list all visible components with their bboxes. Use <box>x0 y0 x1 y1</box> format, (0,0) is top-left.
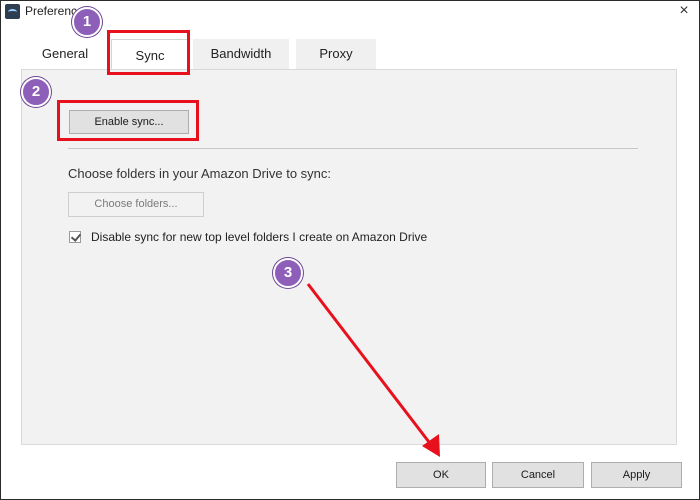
tab-bandwidth[interactable]: Bandwidth <box>193 39 289 69</box>
section-divider <box>68 148 638 149</box>
amazon-drive-app-icon <box>5 4 20 19</box>
choose-folders-label: Choose folders in your Amazon Drive to s… <box>68 166 332 181</box>
preferences-window: Preferences × General Sync Bandwidth Pro… <box>0 0 700 500</box>
choose-folders-button[interactable]: Choose folders... <box>68 192 204 217</box>
close-button[interactable]: × <box>675 2 693 20</box>
sync-tab-highlight <box>107 30 190 75</box>
step-2-badge: 2 <box>21 77 51 107</box>
disable-new-folders-checkbox[interactable] <box>69 231 81 243</box>
disable-new-folders-label[interactable]: Disable sync for new top level folders I… <box>91 230 427 244</box>
tab-proxy[interactable]: Proxy <box>296 39 376 69</box>
step-1-badge: 1 <box>72 7 102 37</box>
title-bar: Preferences × <box>1 1 699 23</box>
tab-general[interactable]: General <box>21 39 109 69</box>
cancel-button[interactable]: Cancel <box>492 462 584 488</box>
step-3-badge: 3 <box>273 258 303 288</box>
enable-sync-highlight <box>57 100 199 141</box>
ok-button[interactable]: OK <box>396 462 486 488</box>
apply-button[interactable]: Apply <box>591 462 682 488</box>
